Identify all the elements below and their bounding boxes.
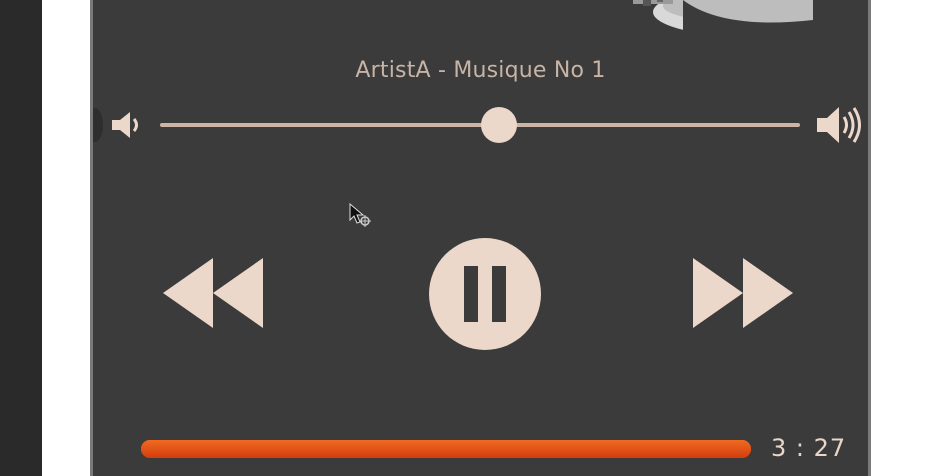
- background-window-edge: [0, 0, 42, 476]
- progress-bar[interactable]: [141, 440, 751, 458]
- volume-low-button-edge: [93, 108, 103, 142]
- pause-icon: [464, 266, 478, 322]
- volume-slider-knob[interactable]: [481, 107, 517, 143]
- music-player-panel: ArtistA - Musique No 1 3 : 27: [90, 0, 871, 476]
- track-title: ArtistA - Musique No 1: [355, 58, 606, 83]
- progress-fill: [141, 440, 751, 458]
- rewind-button[interactable]: [159, 254, 267, 332]
- pause-button[interactable]: [429, 238, 541, 350]
- fast-forward-button[interactable]: [689, 254, 797, 332]
- speaker-low-icon[interactable]: [110, 109, 144, 141]
- volume-slider-track[interactable]: [160, 123, 800, 127]
- rewind-icon: [163, 258, 263, 328]
- speaker-high-icon[interactable]: [815, 104, 865, 146]
- pause-icon-bar: [492, 266, 506, 322]
- mouse-cursor-icon: [349, 203, 371, 227]
- album-art: [633, 0, 813, 42]
- elapsed-time: 3 : 27: [771, 434, 847, 462]
- fast-forward-icon: [693, 258, 793, 328]
